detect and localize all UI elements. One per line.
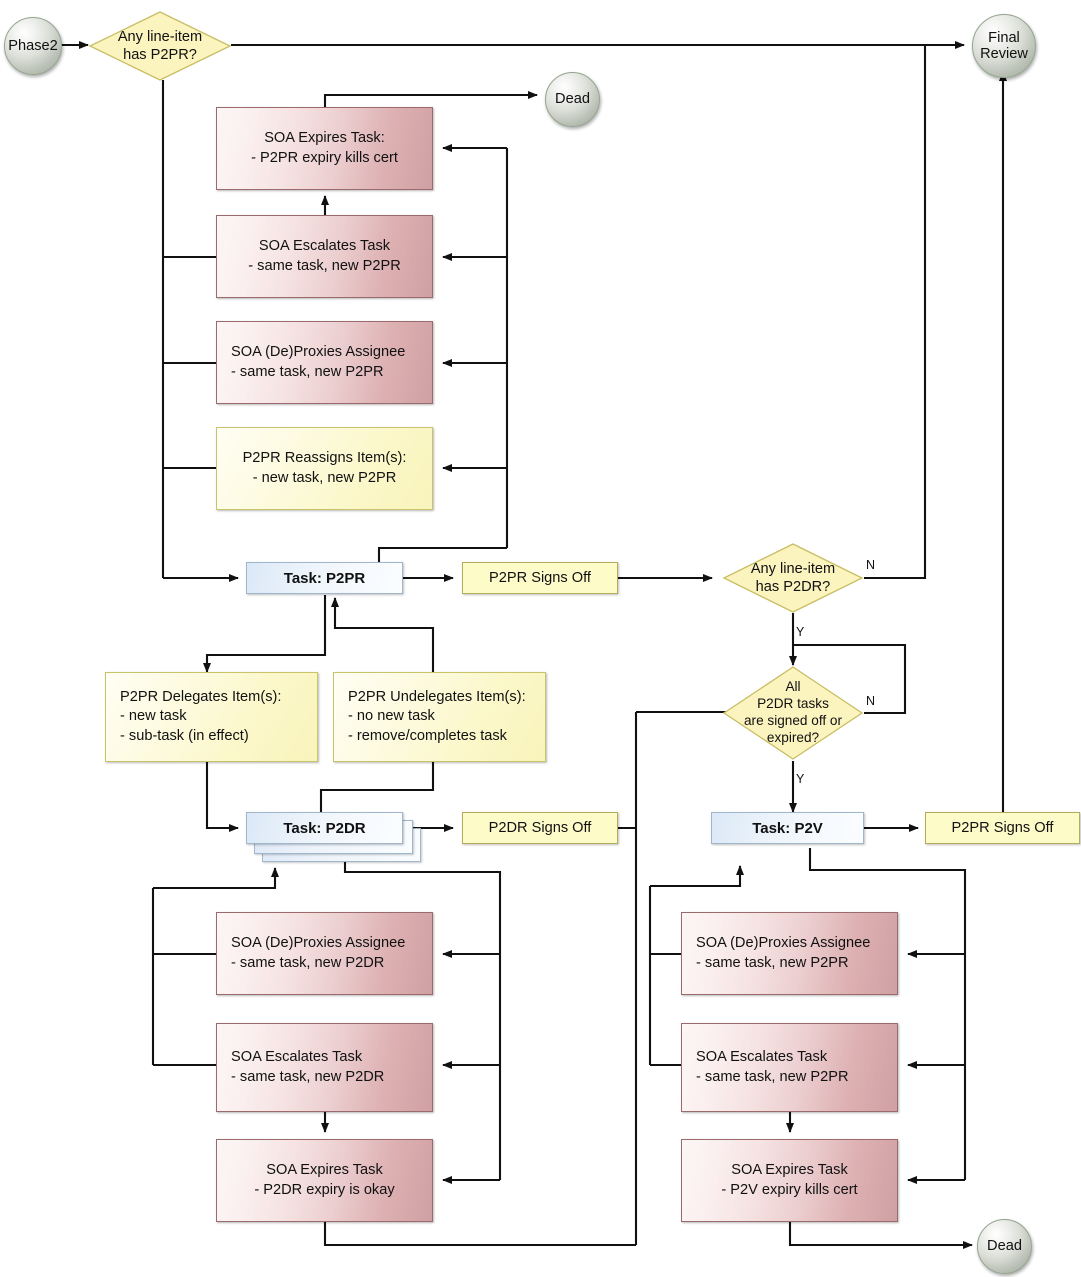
edge-label-all-no: N [866, 694, 876, 708]
event-line2: - same task, new P2PR [696, 954, 849, 971]
event-line2: - same task, new P2PR [248, 257, 401, 274]
event-line1: SOA Expires Task [731, 1162, 848, 1179]
event-line1: SOA (De)Proxies Assignee [231, 344, 406, 361]
event-line2: - P2PR expiry kills cert [251, 149, 398, 166]
final-review-line1: Final [988, 29, 1020, 46]
terminator-phase2[interactable]: Phase2 [4, 17, 62, 75]
dead-top-label: Dead [555, 91, 590, 108]
task-p2dr[interactable]: Task: P2DR [246, 812, 403, 844]
decision-all-p2dr-signed-off[interactable]: All P2DR tasks are signed off or expired… [722, 665, 864, 761]
event-soa-deproxies-p2pr[interactable]: SOA (De)Proxies Assignee - same task, ne… [216, 321, 433, 404]
terminator-final-review[interactable]: Final Review [972, 14, 1036, 78]
event-line2: - same task, new P2DR [231, 1068, 385, 1085]
event-p2pr-reassigns-items[interactable]: P2PR Reassigns Item(s): - new task, new … [216, 427, 433, 510]
event-line1: SOA Expires Task: [264, 130, 385, 147]
task-p2v[interactable]: Task: P2V [711, 812, 864, 844]
task-p2pr-label: Task: P2PR [283, 569, 366, 587]
undelegates-line2: - no new task [348, 708, 435, 725]
task-p2v-label: Task: P2V [752, 819, 823, 837]
event-soa-deproxies-p2v[interactable]: SOA (De)Proxies Assignee - same task, ne… [681, 912, 898, 995]
event-line1: SOA (De)Proxies Assignee [231, 935, 406, 952]
event-soa-escalates-p2pr[interactable]: SOA Escalates Task - same task, new P2PR [216, 215, 433, 298]
decision-any-line-item-has-p2pr[interactable]: Any line-item has P2PR? [88, 10, 232, 82]
event-soa-escalates-p2v[interactable]: SOA Escalates Task - same task, new P2PR [681, 1023, 898, 1112]
terminator-dead-bottom[interactable]: Dead [977, 1219, 1032, 1274]
delegates-line3: - sub-task (in effect) [120, 727, 249, 744]
p2pr-signs-off[interactable]: P2PR Signs Off [462, 562, 618, 594]
task-p2dr-label: Task: P2DR [283, 819, 366, 837]
event-line1: SOA Escalates Task [258, 238, 391, 255]
delegates-line2: - new task [120, 708, 187, 725]
edge-label-p2dr-no: N [866, 558, 876, 572]
delegates-line1: P2PR Delegates Item(s): [120, 689, 282, 706]
edge-label-p2dr-yes: Y [796, 625, 805, 639]
connector-layer [57, 41, 1007, 1249]
event-soa-expires-p2v[interactable]: SOA Expires Task - P2V expiry kills cert [681, 1139, 898, 1222]
event-line2: - P2DR expiry is okay [254, 1181, 395, 1198]
event-line2: - same task, new P2PR [696, 1068, 849, 1085]
event-soa-deproxies-p2dr[interactable]: SOA (De)Proxies Assignee - same task, ne… [216, 912, 433, 995]
event-line1: SOA Expires Task [266, 1162, 383, 1179]
event-line2: - P2V expiry kills cert [721, 1181, 858, 1198]
event-soa-expires-p2pr[interactable]: SOA Expires Task: - P2PR expiry kills ce… [216, 107, 433, 190]
decision-any-line-item-has-p2dr[interactable]: Any line-item has P2DR? [722, 542, 864, 614]
terminator-dead-top[interactable]: Dead [545, 72, 600, 127]
p2dr-signs-off-label: P2DR Signs Off [488, 820, 592, 836]
edge-label-all-yes: Y [796, 772, 805, 786]
task-p2pr[interactable]: Task: P2PR [246, 562, 403, 594]
terminator-phase2-label: Phase2 [8, 37, 58, 54]
undelegates-line1: P2PR Undelegates Item(s): [348, 689, 526, 706]
p2pr-signs-off-final[interactable]: P2PR Signs Off [925, 812, 1080, 844]
event-p2pr-delegates-items[interactable]: P2PR Delegates Item(s): - new task - sub… [105, 672, 318, 762]
event-soa-expires-p2dr[interactable]: SOA Expires Task - P2DR expiry is okay [216, 1139, 433, 1222]
final-review-line2: Review [980, 46, 1028, 62]
p2pr-signs-off-label: P2PR Signs Off [489, 570, 591, 586]
dead-bottom-label: Dead [987, 1238, 1022, 1255]
event-line1: P2PR Reassigns Item(s): [242, 450, 407, 467]
event-soa-escalates-p2dr[interactable]: SOA Escalates Task - same task, new P2DR [216, 1023, 433, 1112]
event-p2pr-undelegates-items[interactable]: P2PR Undelegates Item(s): - no new task … [333, 672, 546, 762]
event-line2: - same task, new P2DR [231, 954, 385, 971]
p2pr-signs-off-final-label: P2PR Signs Off [951, 820, 1054, 836]
flowchart-canvas: Phase2 Any line-item has P2PR? Final Rev… [0, 0, 1081, 1277]
undelegates-line3: - remove/completes task [348, 727, 507, 744]
event-line1: SOA Escalates Task [231, 1049, 363, 1066]
event-line1: SOA Escalates Task [696, 1049, 828, 1066]
event-line1: SOA (De)Proxies Assignee [696, 935, 871, 952]
event-line2: - same task, new P2PR [231, 363, 384, 380]
p2dr-signs-off[interactable]: P2DR Signs Off [462, 812, 618, 844]
event-line2: - new task, new P2PR [252, 469, 397, 486]
